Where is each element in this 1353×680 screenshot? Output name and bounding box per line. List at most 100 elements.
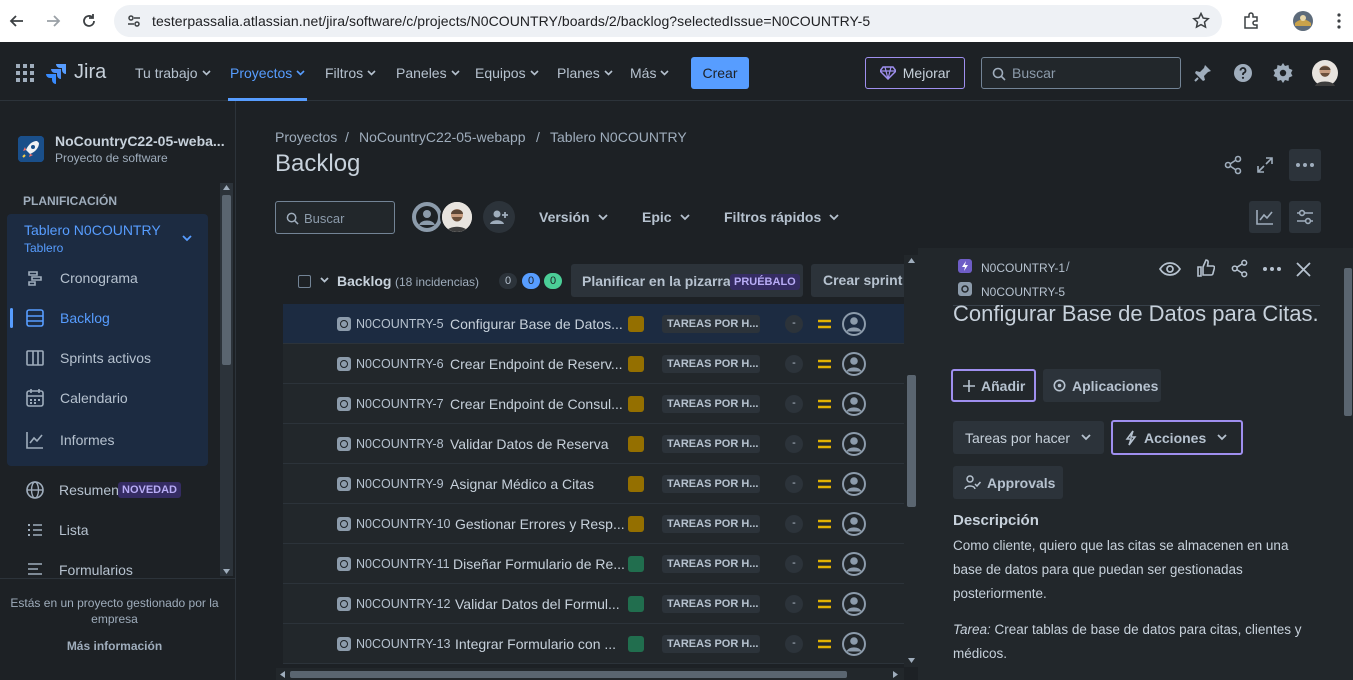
issue-key[interactable]: N0COUNTRY-11 <box>356 557 450 571</box>
issue-key[interactable]: N0COUNTRY-5 <box>981 285 1065 299</box>
estimate-badge[interactable]: - <box>785 475 803 493</box>
sidebar-item-formularios[interactable]: Formularios <box>0 550 207 578</box>
estimate-badge[interactable]: - <box>785 555 803 573</box>
status-lozenge[interactable]: TAREAS POR H... <box>662 635 760 653</box>
parent-issue-key[interactable]: N0COUNTRY-1 <box>981 261 1065 275</box>
table-row[interactable]: N0COUNTRY-12 Validar Datos del Formul... T… <box>283 584 904 624</box>
table-row[interactable]: N0COUNTRY-5 Configurar Base de Datos... TA… <box>283 304 904 344</box>
issue-key[interactable]: N0COUNTRY-10 <box>356 517 450 531</box>
sidebar-item-cronograma[interactable]: Cronograma <box>0 258 207 298</box>
estimate-badge[interactable]: - <box>785 635 803 653</box>
apps-button[interactable]: Aplicaciones <box>1043 369 1161 402</box>
backlog-search-input[interactable]: Buscar <box>275 201 395 234</box>
list-horizontal-scrollbar[interactable] <box>276 668 904 680</box>
table-row[interactable]: N0COUNTRY-9 Asignar Médico a Citas TAREAS … <box>283 464 904 504</box>
unassigned-avatar-icon[interactable] <box>842 552 866 576</box>
breadcrumb-project[interactable]: NoCountryC22-05-webapp <box>359 129 526 145</box>
issue-summary[interactable]: Crear Endpoint de Consul... <box>450 396 623 412</box>
breadcrumb-board[interactable]: Tablero N0COUNTRY <box>550 129 687 145</box>
site-settings-icon[interactable] <box>126 13 142 29</box>
share-icon[interactable] <box>1223 155 1243 175</box>
status-lozenge[interactable]: TAREAS POR H... <box>662 475 760 493</box>
unassigned-avatar-icon[interactable] <box>842 592 866 616</box>
status-lozenge[interactable]: TAREAS POR H... <box>662 395 760 413</box>
unassigned-avatar-icon[interactable] <box>842 432 866 456</box>
task-paragraph[interactable]: Tarea: Crear tablas de base de datos par… <box>953 618 1308 666</box>
nav-paneles[interactable]: Paneles <box>396 65 460 81</box>
scroll-left-arrow-icon[interactable] <box>280 671 285 678</box>
reload-icon[interactable] <box>78 10 100 32</box>
user-avatar[interactable] <box>1312 60 1338 86</box>
expand-icon[interactable] <box>1256 156 1274 174</box>
help-icon[interactable] <box>1233 63 1253 83</box>
sidebar-item-lista[interactable]: Lista <box>0 510 207 550</box>
issue-key[interactable]: N0COUNTRY-8 <box>356 437 444 451</box>
app-switcher-icon[interactable] <box>16 64 34 82</box>
add-people-button[interactable] <box>483 201 515 233</box>
actions-dropdown[interactable]: Acciones <box>1111 420 1243 455</box>
plan-board-button[interactable]: Planificar en la pizarra PRUÉBALO <box>571 264 803 297</box>
board-selector-name[interactable]: Tablero N0COUNTRY <box>24 222 161 238</box>
estimate-badge[interactable]: - <box>785 515 803 533</box>
list-hscroll-thumb[interactable] <box>290 671 847 678</box>
nav-equipos[interactable]: Equipos <box>475 65 539 81</box>
sidebar-item-resumen[interactable]: Resumen NOVEDAD <box>0 470 207 510</box>
issue-summary[interactable]: Asignar Médico a Citas <box>450 476 594 492</box>
sidebar-item-calendario[interactable]: Calendario <box>0 378 207 418</box>
table-row[interactable]: N0COUNTRY-10 Gestionar Errores y Resp... T… <box>283 504 904 544</box>
settings-gear-icon[interactable] <box>1273 63 1293 83</box>
issue-key[interactable]: N0COUNTRY-12 <box>356 597 450 611</box>
table-row[interactable]: N0COUNTRY-11 Diseñar Formulario de Re... T… <box>283 544 904 584</box>
detail-scrollbar[interactable] <box>1343 248 1353 680</box>
collapse-chevron-icon[interactable] <box>320 277 329 283</box>
epic-filter[interactable]: Epic <box>642 209 690 225</box>
like-thumb-icon[interactable] <box>1197 259 1215 277</box>
unassigned-avatar-icon[interactable] <box>842 472 866 496</box>
issue-summary[interactable]: Integrar Formulario con ... <box>455 636 616 652</box>
list-scroll-thumb[interactable] <box>907 375 916 507</box>
assignee-filter-user[interactable] <box>440 200 474 234</box>
notifications-icon[interactable] <box>1193 63 1213 83</box>
browser-menu-icon[interactable] <box>1328 10 1350 32</box>
scroll-down-arrow-icon[interactable] <box>908 658 915 663</box>
unassigned-avatar-icon[interactable] <box>842 352 866 376</box>
extensions-icon[interactable] <box>1240 10 1262 32</box>
approvals-button[interactable]: Approvals <box>953 466 1063 499</box>
status-lozenge[interactable]: TAREAS POR H... <box>662 435 760 453</box>
more-actions-button[interactable] <box>1289 149 1321 181</box>
add-button[interactable]: Añadir <box>951 369 1036 402</box>
footer-link[interactable]: Más información <box>0 639 229 653</box>
view-settings-button[interactable] <box>1289 201 1321 233</box>
version-filter[interactable]: Versión <box>539 209 608 225</box>
back-arrow-icon[interactable] <box>6 10 28 32</box>
sidebar-scroll-thumb[interactable] <box>222 195 231 365</box>
create-button[interactable]: Crear <box>691 57 749 89</box>
address-bar[interactable]: testerpassalia.atlassian.net/jira/softwa… <box>114 5 1222 37</box>
sidebar-item-backlog[interactable]: Backlog <box>0 298 207 338</box>
sidebar-scrollbar[interactable] <box>220 183 233 576</box>
issue-key[interactable]: N0COUNTRY-7 <box>356 397 444 411</box>
forward-arrow-icon[interactable] <box>42 10 64 32</box>
status-lozenge[interactable]: TAREAS POR H... <box>662 595 760 613</box>
nav-filtros[interactable]: Filtros <box>325 65 376 81</box>
status-dropdown[interactable]: Tareas por hacer <box>953 421 1104 454</box>
issue-summary[interactable]: Validar Datos del Formul... <box>455 596 620 612</box>
status-lozenge[interactable]: TAREAS POR H... <box>662 315 760 333</box>
project-name[interactable]: NoCountryC22-05-weba... <box>55 133 225 149</box>
issue-summary[interactable]: Configurar Base de Datos... <box>450 316 623 332</box>
scroll-up-arrow-icon[interactable] <box>908 258 915 263</box>
bookmark-star-icon[interactable] <box>1192 12 1210 30</box>
watch-eye-icon[interactable] <box>1159 260 1181 278</box>
table-row[interactable]: N0COUNTRY-13 Integrar Formulario con ... T… <box>283 624 904 664</box>
quick-filters[interactable]: Filtros rápidos <box>724 209 839 225</box>
list-vertical-scrollbar[interactable] <box>904 255 918 667</box>
issue-key[interactable]: N0COUNTRY-9 <box>356 477 444 491</box>
status-lozenge[interactable]: TAREAS POR H... <box>662 515 760 533</box>
more-dots-icon[interactable] <box>1263 267 1281 271</box>
table-row[interactable]: N0COUNTRY-8 Validar Datos de Reserva TAREA… <box>283 424 904 464</box>
table-row[interactable]: N0COUNTRY-6 Crear Endpoint de Reserv... TA… <box>283 344 904 384</box>
jira-logo[interactable]: Jira <box>46 61 106 84</box>
nav-proyectos[interactable]: Proyectos <box>230 65 305 81</box>
nav-mas[interactable]: Más <box>630 65 670 81</box>
detail-scroll-thumb[interactable] <box>1344 268 1352 416</box>
